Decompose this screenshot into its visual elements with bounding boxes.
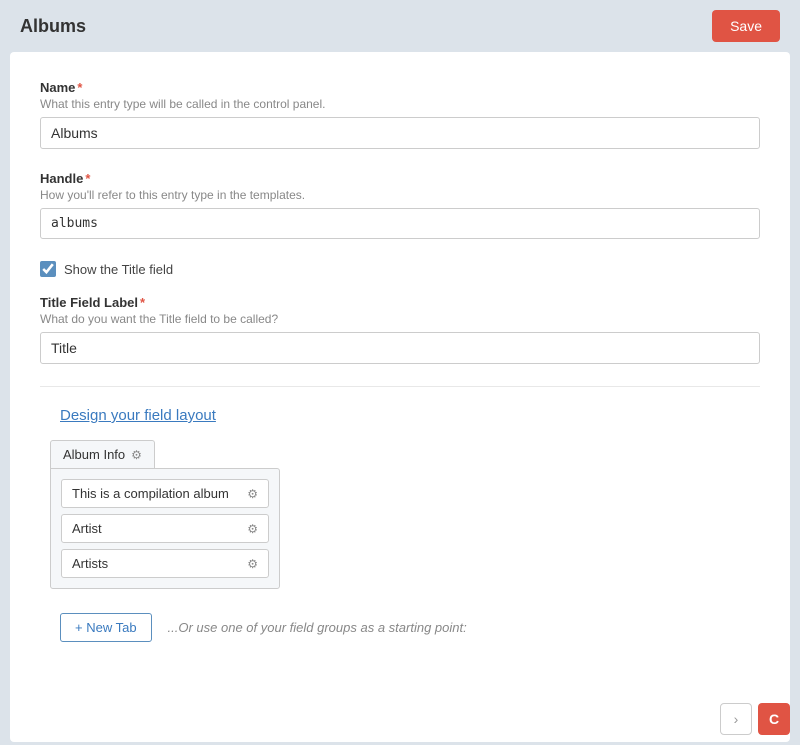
field-gear-icon-compilation[interactable]: ⚙ (247, 487, 258, 501)
field-layout-area: Design your field layout Album Info ⚙ Th… (50, 407, 760, 642)
name-field-group: Name* What this entry type will be calle… (40, 80, 760, 149)
new-tab-button[interactable]: + New Tab (60, 613, 152, 642)
name-input[interactable] (40, 117, 760, 149)
show-title-checkbox[interactable] (40, 261, 56, 277)
expand-arrow-button[interactable]: › (720, 703, 752, 735)
field-item-artists-label: Artists (72, 556, 247, 571)
field-gear-icon-artist[interactable]: ⚙ (247, 522, 258, 536)
tab-bar: Album Info ⚙ (50, 440, 760, 468)
craft-icon-button[interactable]: C (758, 703, 790, 735)
handle-hint: How you'll refer to this entry type in t… (40, 188, 760, 202)
field-item-artist-label: Artist (72, 521, 247, 536)
field-item-artists[interactable]: Artists ⚙ (61, 549, 269, 578)
main-content: Name* What this entry type will be calle… (10, 52, 790, 742)
name-label: Name* (40, 80, 760, 95)
bottom-bar: + New Tab ...Or use one of your field gr… (60, 613, 760, 642)
section-divider (40, 386, 760, 387)
field-group-box: This is a compilation album ⚙ Artist ⚙ A… (50, 468, 280, 589)
page-title: Albums (20, 16, 86, 37)
field-item-compilation-label: This is a compilation album (72, 486, 247, 501)
show-title-label: Show the Title field (64, 262, 173, 277)
show-title-row: Show the Title field (40, 261, 760, 277)
handle-label: Handle* (40, 171, 760, 186)
handle-input[interactable] (40, 208, 760, 239)
title-field-label-group: Title Field Label* What do you want the … (40, 295, 760, 364)
handle-field-group: Handle* How you'll refer to this entry t… (40, 171, 760, 239)
title-field-hint: What do you want the Title field to be c… (40, 312, 760, 326)
save-button[interactable]: Save (712, 10, 780, 42)
or-text: ...Or use one of your field groups as a … (168, 620, 467, 635)
field-item-artist[interactable]: Artist ⚙ (61, 514, 269, 543)
craft-icon-label: C (769, 711, 779, 727)
name-hint: What this entry type will be called in t… (40, 97, 760, 111)
title-required-marker: * (140, 295, 145, 310)
title-field-input[interactable] (40, 332, 760, 364)
title-field-label: Title Field Label* (40, 295, 760, 310)
album-info-tab-label: Album Info (63, 447, 125, 462)
header: Albums Save (0, 0, 800, 52)
name-required-marker: * (77, 80, 82, 95)
field-item-compilation[interactable]: This is a compilation album ⚙ (61, 479, 269, 508)
handle-required-marker: * (85, 171, 90, 186)
field-gear-icon-artists[interactable]: ⚙ (247, 557, 258, 571)
album-info-tab[interactable]: Album Info ⚙ (50, 440, 155, 468)
design-field-layout-link[interactable]: Design your field layout (60, 407, 216, 424)
tab-gear-icon[interactable]: ⚙ (131, 448, 142, 462)
